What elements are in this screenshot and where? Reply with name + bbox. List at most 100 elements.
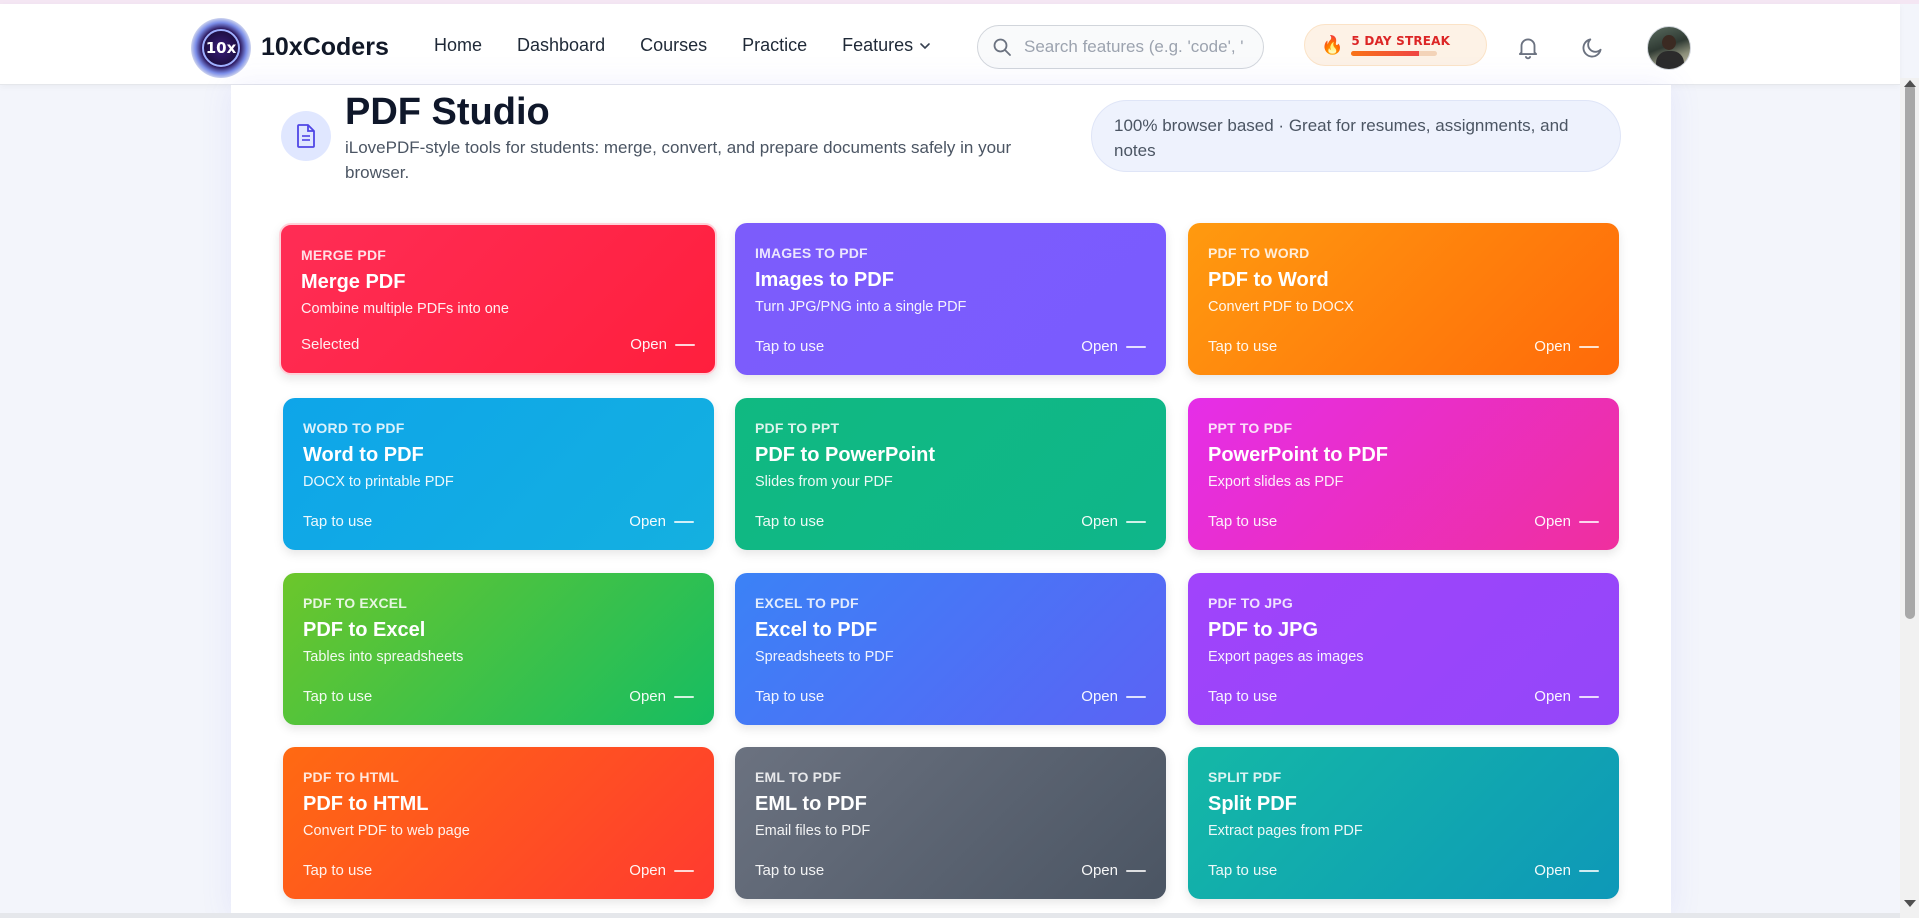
- card-kicker: PDF TO HTML: [303, 769, 400, 785]
- card-open-button[interactable]: Open: [1081, 338, 1146, 355]
- tool-card[interactable]: EXCEL TO PDF Excel to PDF Spreadsheets to …: [735, 573, 1166, 725]
- card-kicker: PDF TO JPG: [1208, 595, 1293, 611]
- moon-icon[interactable]: [1580, 34, 1606, 60]
- navbar: 10x 10xCoders Home Dashboard Courses Pra…: [0, 4, 1900, 85]
- arrow-right-icon: [675, 343, 695, 346]
- card-kicker: IMAGES TO PDF: [755, 245, 868, 261]
- card-open-label: Open: [1081, 862, 1118, 879]
- card-status: Selected: [301, 336, 360, 353]
- nav-features[interactable]: Features: [842, 35, 931, 56]
- main-nav: Home Dashboard Courses Practice Features: [434, 35, 966, 56]
- card-kicker: PDF TO EXCEL: [303, 595, 408, 611]
- card-kicker: EXCEL TO PDF: [755, 595, 859, 611]
- nav-courses[interactable]: Courses: [640, 35, 707, 56]
- card-open-label: Open: [629, 688, 666, 705]
- card-description: Export pages as images: [1208, 649, 1364, 665]
- card-open-button[interactable]: Open: [1534, 862, 1599, 879]
- card-kicker: WORD TO PDF: [303, 420, 405, 436]
- pdf-studio-panel: PDF Studio iLovePDF-style tools for stud…: [231, 85, 1671, 918]
- card-description: Convert PDF to DOCX: [1208, 299, 1354, 315]
- arrow-right-icon: [1579, 345, 1599, 348]
- card-open-button[interactable]: Open: [1534, 688, 1599, 705]
- card-open-label: Open: [1534, 688, 1571, 705]
- tool-card[interactable]: SPLIT PDF Split PDF Extract pages from PDF…: [1188, 747, 1619, 899]
- document-icon: [281, 111, 331, 161]
- card-kicker: PPT TO PDF: [1208, 420, 1293, 436]
- flame-icon: 🔥: [1321, 34, 1344, 55]
- avatar-body: [1656, 51, 1684, 69]
- tool-card[interactable]: WORD TO PDF Word to PDF DOCX to printable …: [283, 398, 714, 550]
- arrow-right-icon: [1126, 345, 1146, 348]
- arrow-right-icon: [674, 695, 694, 698]
- card-open-button[interactable]: Open: [630, 336, 695, 353]
- card-open-button[interactable]: Open: [629, 688, 694, 705]
- arrow-right-icon: [1126, 520, 1146, 523]
- card-description: DOCX to printable PDF: [303, 474, 454, 490]
- user-avatar[interactable]: [1647, 26, 1691, 70]
- card-description: Turn JPG/PNG into a single PDF: [755, 299, 967, 315]
- search-box[interactable]: [977, 25, 1264, 69]
- card-title: PowerPoint to PDF: [1208, 444, 1388, 466]
- tool-card[interactable]: PDF TO EXCEL PDF to Excel Tables into spre…: [283, 573, 714, 725]
- card-open-button[interactable]: Open: [629, 513, 694, 530]
- card-open-label: Open: [1534, 338, 1571, 355]
- brand-logo-mark: 10x: [202, 29, 240, 67]
- card-open-button[interactable]: Open: [1081, 688, 1146, 705]
- brand-name[interactable]: 10xCoders: [261, 33, 389, 62]
- page-subtitle: iLovePDF-style tools for students: merge…: [345, 138, 1012, 182]
- scrollbar-thumb[interactable]: [1905, 84, 1915, 619]
- card-description: Export slides as PDF: [1208, 474, 1344, 490]
- card-open-label: Open: [1534, 862, 1571, 879]
- streak-badge[interactable]: 🔥 5 DAY STREAK: [1304, 24, 1487, 66]
- nav-home[interactable]: Home: [434, 35, 482, 56]
- tool-card[interactable]: PDF TO WORD PDF to Word Convert PDF to DOC…: [1188, 223, 1619, 375]
- card-open-button[interactable]: Open: [629, 862, 694, 879]
- card-open-button[interactable]: Open: [1081, 513, 1146, 530]
- bell-icon[interactable]: [1515, 34, 1541, 60]
- card-status: Tap to use: [1208, 688, 1278, 705]
- card-status: Tap to use: [755, 862, 825, 879]
- card-status: Tap to use: [1208, 862, 1278, 879]
- nav-dashboard[interactable]: Dashboard: [517, 35, 605, 56]
- scroll-down-arrow[interactable]: [1904, 900, 1916, 907]
- tool-card[interactable]: PDF TO JPG PDF to JPG Export pages as imag…: [1188, 573, 1619, 725]
- tool-card[interactable]: PDF TO PPT PDF to PowerPoint Slides from y…: [735, 398, 1166, 550]
- streak-label: 5 DAY STREAK: [1351, 34, 1451, 48]
- card-title: Images to PDF: [755, 269, 894, 291]
- arrow-right-icon: [1579, 869, 1599, 872]
- card-open-button[interactable]: Open: [1534, 338, 1599, 355]
- card-open-label: Open: [629, 862, 666, 879]
- card-open-label: Open: [1534, 513, 1571, 530]
- arrow-right-icon: [1579, 520, 1599, 523]
- tool-card[interactable]: PPT TO PDF PowerPoint to PDF Export slides…: [1188, 398, 1619, 550]
- tool-card[interactable]: PDF TO HTML PDF to HTML Convert PDF to web…: [283, 747, 714, 899]
- card-kicker: EML TO PDF: [755, 769, 842, 785]
- tool-card[interactable]: MERGE PDF Merge PDF Combine multiple PDFs …: [279, 223, 717, 375]
- scroll-up-arrow[interactable]: [1904, 80, 1916, 87]
- card-status: Tap to use: [303, 688, 373, 705]
- card-open-button[interactable]: Open: [1534, 513, 1599, 530]
- arrow-right-icon: [1126, 695, 1146, 698]
- card-status: Tap to use: [1208, 513, 1278, 530]
- card-description: Extract pages from PDF: [1208, 823, 1363, 839]
- search-input[interactable]: [1024, 37, 1254, 57]
- card-description: Tables into spreadsheets: [303, 649, 464, 665]
- card-title: PDF to Word: [1208, 269, 1329, 291]
- nav-practice[interactable]: Practice: [742, 35, 807, 56]
- arrow-right-icon: [1579, 695, 1599, 698]
- card-open-label: Open: [630, 336, 667, 353]
- card-description: Spreadsheets to PDF: [755, 649, 894, 665]
- card-status: Tap to use: [1208, 338, 1278, 355]
- tool-card[interactable]: IMAGES TO PDF Images to PDF Turn JPG/PNG i…: [735, 223, 1166, 375]
- card-open-button[interactable]: Open: [1081, 862, 1146, 879]
- card-title: PDF to Excel: [303, 619, 426, 641]
- brand-logo[interactable]: 10x: [191, 18, 251, 78]
- card-kicker: SPLIT PDF: [1208, 769, 1282, 785]
- tool-card[interactable]: EML TO PDF EML to PDF Email files to PDF Ta…: [735, 747, 1166, 899]
- arrow-right-icon: [674, 869, 694, 872]
- card-title: Word to PDF: [303, 444, 424, 466]
- card-title: EML to PDF: [755, 793, 867, 815]
- card-description: Slides from your PDF: [755, 474, 893, 490]
- avatar-head: [1662, 35, 1676, 50]
- card-description: Combine multiple PDFs into one: [301, 301, 509, 317]
